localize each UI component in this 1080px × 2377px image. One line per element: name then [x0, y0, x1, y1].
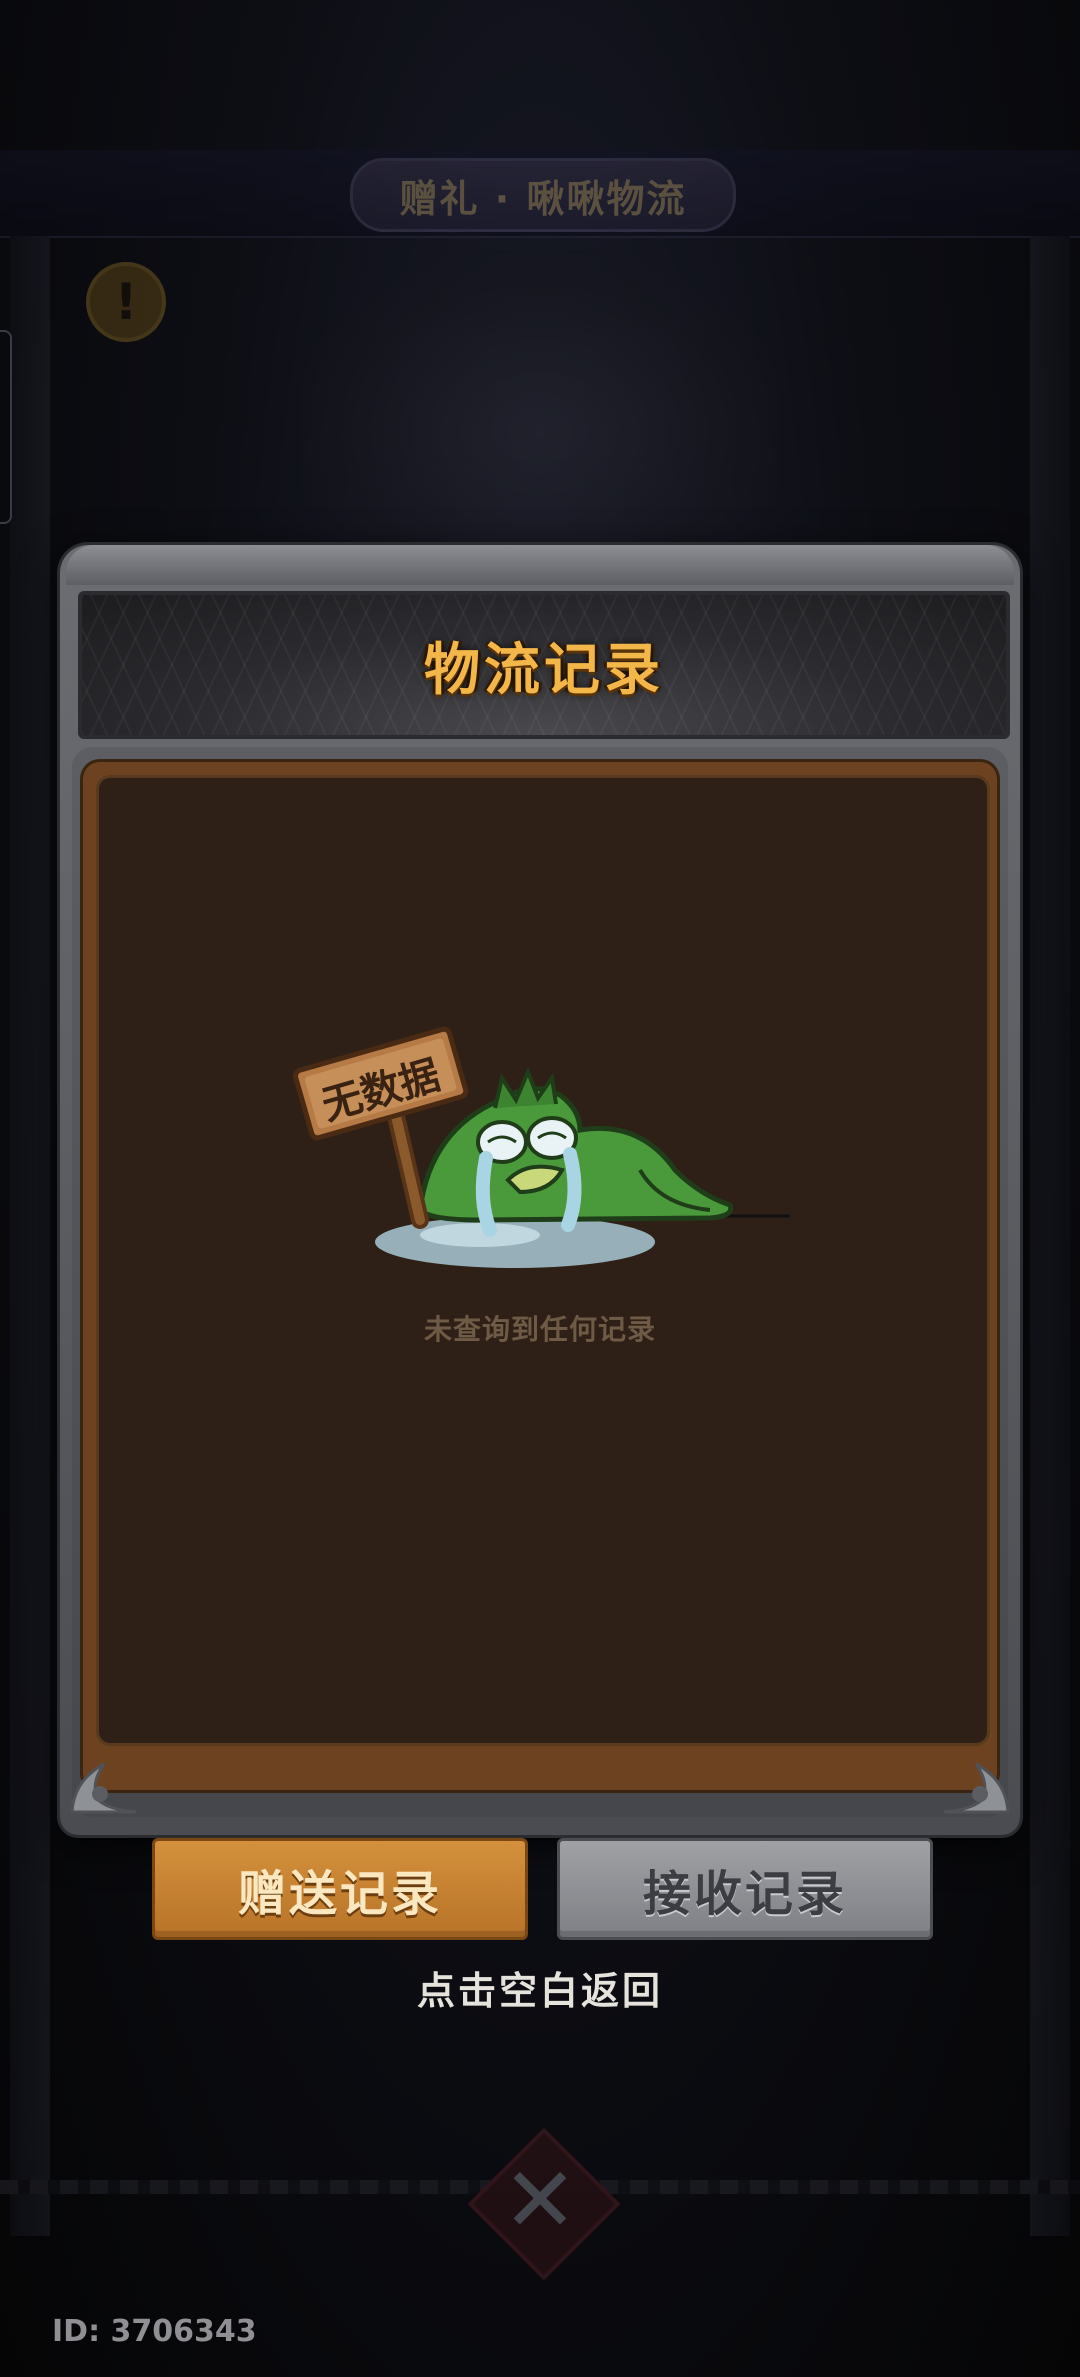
- background-machine-illustration: [300, 250, 780, 550]
- empty-state-frog-illustration: [293, 1026, 790, 1268]
- player-id: ID: 3706343: [52, 2314, 257, 2349]
- tab-send-records[interactable]: 赠送记录: [152, 1838, 528, 1940]
- corner-ornament-icon: [936, 1750, 1016, 1820]
- dialog-header: 物流记录: [78, 591, 1010, 739]
- crossed-swords-icon: ✕: [502, 2147, 578, 2253]
- dialog-title: 物流记录: [424, 637, 664, 703]
- tab-receive-records[interactable]: 接收记录: [557, 1838, 933, 1940]
- corner-ornament-left-icon: [70, 1762, 137, 1814]
- corner-ornament-icon: [64, 1750, 144, 1820]
- background-frame-right: [1030, 236, 1070, 2236]
- corner-ornament-right-icon: [943, 1762, 1010, 1814]
- screen[interactable]: 赠礼 · 啾啾物流 ! ✕ 物流记录 无数据 未查询到任何记录 赠送记录 接收记…: [0, 0, 1080, 2377]
- dialog-top-trim: [66, 545, 1014, 585]
- empty-state-message: 未查询到任何记录: [423, 1313, 656, 1346]
- tap-blank-to-return-hint: 点击空白返回: [416, 1969, 663, 2013]
- warning-icon: !: [86, 262, 166, 342]
- background-frame-left: [10, 236, 50, 2236]
- side-edge-handle: [0, 330, 12, 524]
- background-title: 赠礼 · 啾啾物流: [350, 158, 736, 232]
